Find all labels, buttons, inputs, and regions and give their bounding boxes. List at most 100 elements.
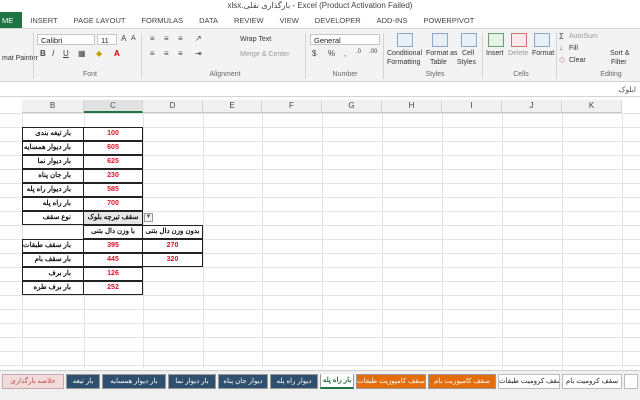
fill-button[interactable]: Fill	[569, 45, 578, 52]
sheet-tab[interactable]: خلاصه بارگذاری	[2, 374, 64, 389]
with-slab-value-cell[interactable]: 395	[83, 239, 143, 253]
column-header-i[interactable]: I	[442, 100, 502, 113]
align-top-icon[interactable]: ≡	[150, 34, 155, 43]
fill-color-icon[interactable]: ◆	[96, 49, 102, 58]
tab-formulas[interactable]: FORMULAS	[133, 12, 191, 28]
without-slab-value-cell[interactable]: 270	[142, 239, 203, 253]
insert-cells-icon[interactable]	[488, 33, 504, 47]
percent-icon[interactable]: %	[328, 49, 335, 58]
italic-icon[interactable]: I	[52, 49, 54, 58]
number-format-box[interactable]: General	[310, 34, 380, 45]
indent-icon[interactable]: ⇥	[195, 49, 202, 58]
align-middle-icon[interactable]: ≡	[164, 34, 169, 43]
sheet-tab[interactable]: بار دیوار نما	[168, 374, 216, 389]
sheet-tab[interactable]: سقف کامپوزیت بام	[428, 374, 496, 389]
grow-font-icon[interactable]: A	[121, 34, 126, 43]
sheet-tab-active[interactable]: بار راه پله	[320, 374, 354, 389]
sheet-tab[interactable]: دیوار راه پله	[270, 374, 318, 389]
load-label-cell[interactable]: بار سقف طبقات	[22, 239, 84, 253]
load-label-cell[interactable]: بار دیوار نما	[22, 155, 84, 169]
load-value-cell[interactable]: 605	[83, 141, 143, 155]
formula-bar[interactable]: ابلوک	[0, 83, 640, 97]
align-center-icon[interactable]: ≡	[164, 49, 169, 58]
autosum-button[interactable]: AutoSum	[569, 33, 598, 40]
conditional-formatting-label[interactable]: Conditional	[387, 50, 422, 57]
dropdown-arrow-icon[interactable]: ▼	[144, 213, 153, 222]
cell-label[interactable]: Cell	[462, 50, 474, 57]
load-value-cell[interactable]: 700	[83, 197, 143, 211]
tab-powerpivot[interactable]: POWERPIVOT	[415, 12, 482, 28]
load-label-cell[interactable]: بار سقف بام	[22, 253, 84, 267]
sheet-tab[interactable]: بار دیوار همسایه	[102, 374, 166, 389]
with-slab-header[interactable]: با وزن دال بتنی	[83, 225, 143, 239]
sheet-tab[interactable]: سقف کرومیت طبقات	[498, 374, 560, 389]
load-value-cell[interactable]: 100	[83, 127, 143, 141]
table-label[interactable]: Table	[430, 59, 447, 66]
column-header-h[interactable]: H	[382, 100, 442, 113]
font-size-box[interactable]: 11	[97, 34, 117, 45]
formatting-label[interactable]: Formatting	[387, 59, 420, 66]
orientation-icon[interactable]: ↗	[195, 34, 202, 43]
align-right-icon[interactable]: ≡	[178, 49, 183, 58]
column-header-j[interactable]: J	[502, 100, 562, 113]
load-value-cell[interactable]: 625	[83, 155, 143, 169]
autosum-icon[interactable]: Σ	[559, 32, 564, 41]
shrink-font-icon[interactable]: A	[131, 35, 136, 42]
merge-center-button[interactable]: Merge & Center	[240, 51, 289, 58]
tab-home[interactable]: ME	[0, 12, 23, 28]
without-slab-value-cell[interactable]: 320	[142, 253, 203, 267]
underline-icon[interactable]: U	[63, 49, 69, 58]
sheet-tab[interactable]: دیوار جان پناه	[218, 374, 268, 389]
tab-page-layout[interactable]: PAGE LAYOUT	[66, 12, 134, 28]
wrap-text-button[interactable]: Wrap Text	[240, 36, 271, 43]
formula-content[interactable]: ابلوک	[619, 85, 636, 94]
column-header-c[interactable]: C	[84, 100, 143, 113]
roof-type-dropdown[interactable]: سقف تیرچه بلوک	[83, 211, 143, 225]
format-cells-icon[interactable]	[534, 33, 550, 47]
styles-label[interactable]: Styles	[457, 59, 476, 66]
sheet-tab[interactable]: بار تیغه	[66, 374, 100, 389]
column-header-d[interactable]: D	[143, 100, 203, 113]
borders-icon[interactable]: ▦	[78, 49, 86, 58]
insert-cells-button[interactable]: Insert	[486, 50, 504, 57]
align-left-icon[interactable]: ≡	[150, 49, 155, 58]
load-label-cell[interactable]: بار برف طره	[22, 281, 84, 295]
roof-type-label[interactable]: نوع سقف	[22, 211, 84, 225]
font-name-box[interactable]: Calibri	[37, 34, 95, 45]
format-as-table-icon[interactable]	[432, 33, 448, 47]
tab-data[interactable]: DATA	[191, 12, 226, 28]
align-bottom-icon[interactable]: ≡	[178, 34, 183, 43]
fill-icon[interactable]: ↓	[559, 43, 563, 52]
accounting-format-icon[interactable]: $	[312, 49, 316, 58]
load-label-cell[interactable]: بار دیوار راه پله	[22, 183, 84, 197]
load-label-cell[interactable]: بار تیغه بندی	[22, 127, 84, 141]
load-value-cell[interactable]: 230	[83, 169, 143, 183]
delete-cells-icon[interactable]	[511, 33, 527, 47]
with-slab-value-cell[interactable]: 126	[83, 267, 143, 281]
decrease-decimal-icon[interactable]: .00	[369, 49, 377, 55]
column-header-e[interactable]: E	[203, 100, 262, 113]
sort-label[interactable]: Sort &	[610, 50, 629, 57]
column-header-b[interactable]: B	[22, 100, 84, 113]
sheet-tab-overflow[interactable]	[624, 374, 638, 389]
format-cells-button[interactable]: Format	[532, 50, 554, 57]
with-slab-value-cell[interactable]: 252	[83, 281, 143, 295]
tab-review[interactable]: REVIEW	[226, 12, 272, 28]
filter-label[interactable]: Filter	[611, 59, 627, 66]
font-color-icon[interactable]: A	[114, 49, 120, 58]
sheet-tab[interactable]: سقف کرومیت بام	[562, 374, 622, 389]
column-header-k[interactable]: K	[562, 100, 622, 113]
load-label-cell[interactable]: بار دیوار همسایه	[22, 141, 84, 155]
load-label-cell[interactable]: بار راه پله	[22, 197, 84, 211]
tab-view[interactable]: VIEW	[272, 12, 307, 28]
load-value-cell[interactable]: 585	[83, 183, 143, 197]
column-header-f[interactable]: F	[262, 100, 322, 113]
comma-style-icon[interactable]: ,	[344, 49, 346, 58]
tab-add-ins[interactable]: ADD-INS	[369, 12, 416, 28]
sheet-tab[interactable]: سقف کامپوزیت طبقات	[356, 374, 426, 389]
load-label-cell[interactable]: بار برف	[22, 267, 84, 281]
tab-developer[interactable]: DEVELOPER	[307, 12, 369, 28]
cell-styles-icon[interactable]	[461, 33, 477, 47]
clear-button[interactable]: Clear	[569, 57, 586, 64]
without-slab-header[interactable]: بدون وزن دال بتنی	[142, 225, 203, 239]
